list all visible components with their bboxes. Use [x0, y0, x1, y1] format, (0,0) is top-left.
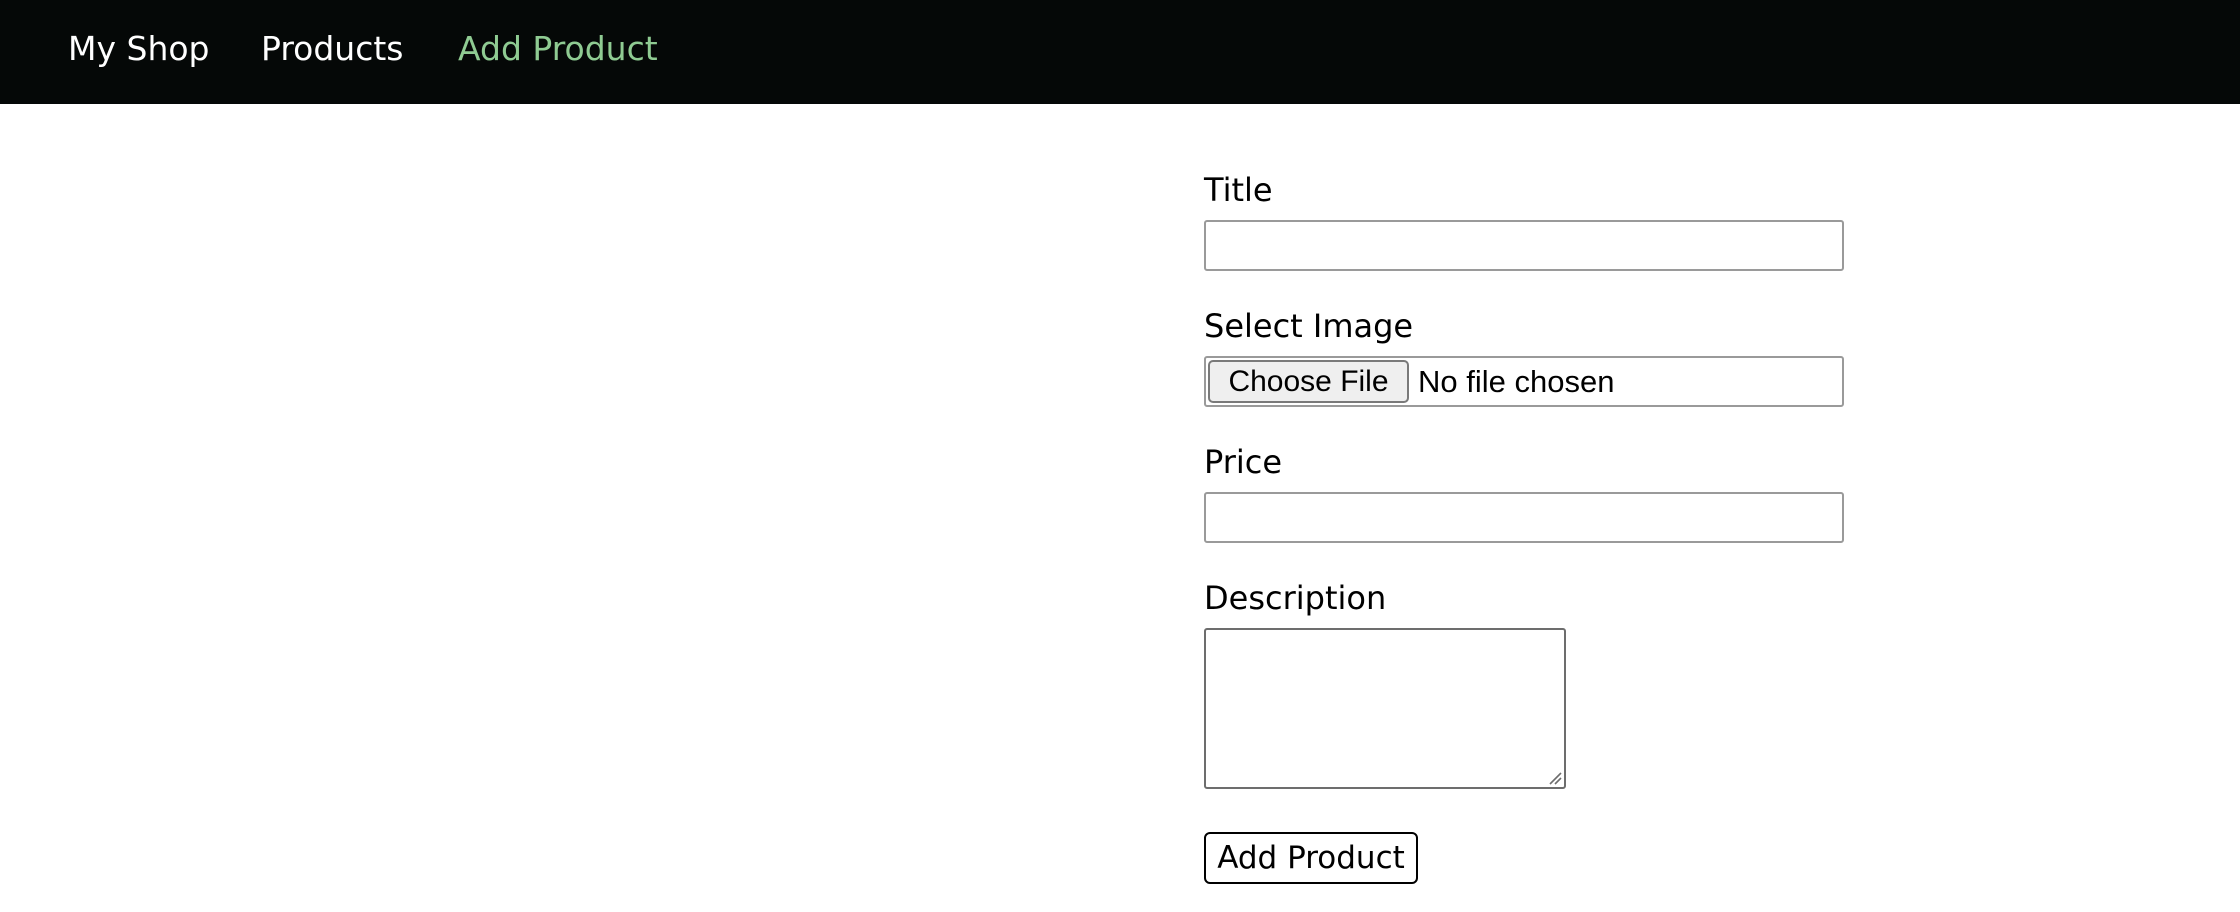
add-product-button[interactable]: Add Product — [1204, 832, 1418, 884]
file-status-text: No file chosen — [1418, 364, 1615, 399]
resize-grip-icon[interactable] — [1546, 769, 1562, 785]
select-image-label: Select Image — [1204, 307, 1414, 345]
price-label: Price — [1204, 443, 1283, 481]
nav-item-add-product[interactable]: Add Product — [458, 0, 658, 104]
description-textarea[interactable] — [1204, 628, 1566, 789]
nav-item-products[interactable]: Products — [261, 0, 404, 104]
choose-file-button[interactable]: Choose File — [1208, 360, 1409, 403]
nav-brand-my-shop[interactable]: My Shop — [68, 0, 210, 104]
price-input[interactable] — [1204, 492, 1844, 543]
image-file-input[interactable]: Choose File No file chosen — [1204, 356, 1844, 407]
title-input[interactable] — [1204, 220, 1844, 271]
top-navigation-bar: My Shop Products Add Product — [0, 0, 2240, 104]
title-label: Title — [1204, 171, 1273, 209]
description-label: Description — [1204, 579, 1387, 617]
